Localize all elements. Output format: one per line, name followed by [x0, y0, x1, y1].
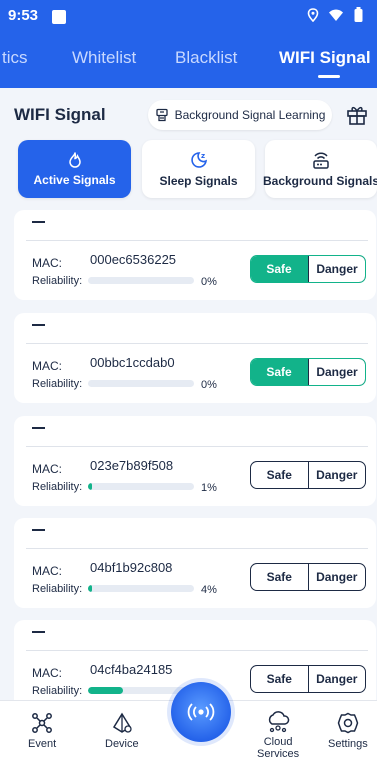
nav-event[interactable]: Event [28, 711, 56, 750]
danger-button[interactable]: Danger [309, 462, 366, 488]
nav-device[interactable]: Device [105, 711, 139, 750]
wifi-icon [329, 9, 344, 21]
router-icon [313, 152, 329, 169]
signal-broadcast-button[interactable] [171, 682, 231, 742]
learning-icon [155, 108, 168, 122]
mac-label: MAC: [32, 462, 62, 476]
reliability-bar [88, 277, 194, 284]
event-icon [32, 713, 53, 733]
signal-card: MAC: 023e7b89f508 Reliability: 1% Safe D… [14, 416, 376, 506]
signal-card: MAC: 000ec6536225 Reliability: 0% Safe D… [14, 210, 376, 300]
active-tab-indicator [318, 75, 340, 78]
svg-text:z: z [201, 152, 205, 160]
device-icon [112, 712, 132, 733]
danger-button[interactable]: Danger [309, 564, 366, 590]
nav-label: Settings [328, 738, 368, 750]
reliability-value: 0% [201, 276, 217, 288]
safe-button[interactable]: Safe [251, 666, 309, 692]
safe-button[interactable]: Safe [251, 564, 309, 590]
mac-value: 00bbc1ccdab0 [90, 355, 175, 370]
segment-active-signals[interactable]: Active Signals [18, 140, 131, 198]
nav-cloud-services[interactable]: Cloud Services [257, 711, 299, 760]
gear-icon [337, 712, 359, 734]
device-name [32, 324, 45, 326]
flame-icon [68, 152, 81, 168]
segment-label: Sleep Signals [159, 174, 238, 188]
device-name [32, 529, 45, 531]
app-header: 9:53 tics Whitelist Blacklist WIFI Signa… [0, 0, 377, 88]
device-name [32, 631, 45, 633]
safe-danger-toggle: Safe Danger [250, 665, 366, 693]
safe-danger-toggle: Safe Danger [250, 563, 366, 591]
reliability-value: 4% [201, 584, 217, 596]
cloud-icon [268, 711, 290, 733]
gift-icon[interactable] [340, 98, 374, 132]
nav-label: Device [105, 738, 139, 750]
device-name [32, 427, 45, 429]
nav-settings[interactable]: Settings [328, 711, 368, 750]
reliability-fill [88, 483, 93, 490]
reliability-label: Reliability: [32, 481, 83, 493]
mac-value: 04cf4ba24185 [90, 662, 173, 677]
reliability-bar [88, 483, 194, 490]
status-bar: 9:53 [0, 0, 377, 30]
danger-button[interactable]: Danger [309, 666, 366, 692]
safe-danger-toggle: Safe Danger [250, 358, 366, 386]
nav-label: Cloud Services [257, 736, 300, 760]
danger-button[interactable]: Danger [308, 256, 365, 282]
reliability-label: Reliability: [32, 275, 83, 287]
reliability-fill [88, 585, 93, 592]
safe-button[interactable]: Safe [251, 256, 308, 282]
tab-bar: tics Whitelist Blacklist WIFI Signal [0, 40, 377, 80]
segment-label: Background Signals [262, 174, 377, 188]
safe-button[interactable]: Safe [251, 462, 309, 488]
moon-icon: z [190, 152, 207, 168]
tab-blacklist[interactable]: Blacklist [175, 48, 237, 68]
battery-icon [354, 7, 363, 23]
tab-whitelist[interactable]: Whitelist [72, 48, 136, 68]
card-divider [26, 446, 368, 447]
reliability-fill [88, 687, 123, 694]
mac-label: MAC: [32, 256, 62, 270]
segment-sleep-signals[interactable]: z Sleep Signals [142, 140, 255, 198]
card-divider [26, 650, 368, 651]
reliability-label: Reliability: [32, 685, 83, 697]
reliability-value: 0% [201, 379, 217, 391]
card-divider [26, 240, 368, 241]
signal-card: MAC: 04bf1b92c808 Reliability: 4% Safe D… [14, 518, 376, 608]
status-time: 9:53 [8, 7, 39, 24]
mac-value: 023e7b89f508 [90, 458, 174, 473]
tab-wifi-signal[interactable]: WIFI Signal [279, 48, 371, 68]
nav-label: Event [28, 738, 57, 750]
card-divider [26, 343, 368, 344]
mac-label: MAC: [32, 564, 62, 578]
tab-statistics[interactable]: tics [2, 48, 28, 68]
danger-button[interactable]: Danger [308, 359, 365, 385]
location-icon [307, 7, 319, 22]
mac-label: MAC: [32, 359, 62, 373]
mac-value: 000ec6536225 [90, 252, 177, 267]
signal-broadcast-icon [187, 703, 215, 721]
safe-button[interactable]: Safe [251, 359, 308, 385]
device-name [32, 221, 45, 223]
mac-value: 04bf1b92c808 [90, 560, 173, 575]
section-title: WIFI Signal [14, 105, 106, 124]
safe-danger-toggle: Safe Danger [250, 461, 366, 489]
segment-background-signals[interactable]: Background Signals [262, 140, 377, 198]
background-signal-learning-button[interactable]: Background Signal Learning [148, 100, 332, 130]
learning-button-label: Background Signal Learning [174, 108, 326, 122]
reliability-bar [88, 585, 194, 592]
mac-label: MAC: [32, 666, 62, 680]
reliability-value: 1% [201, 482, 217, 494]
reliability-bar [88, 380, 194, 387]
segment-label: Active Signals [33, 173, 116, 187]
safe-danger-toggle: Safe Danger [250, 255, 366, 283]
notification-icon [52, 10, 66, 24]
signal-card: MAC: 00bbc1ccdab0 Reliability: 0% Safe D… [14, 313, 376, 403]
reliability-label: Reliability: [32, 378, 83, 390]
card-divider [26, 548, 368, 549]
reliability-label: Reliability: [32, 583, 83, 595]
